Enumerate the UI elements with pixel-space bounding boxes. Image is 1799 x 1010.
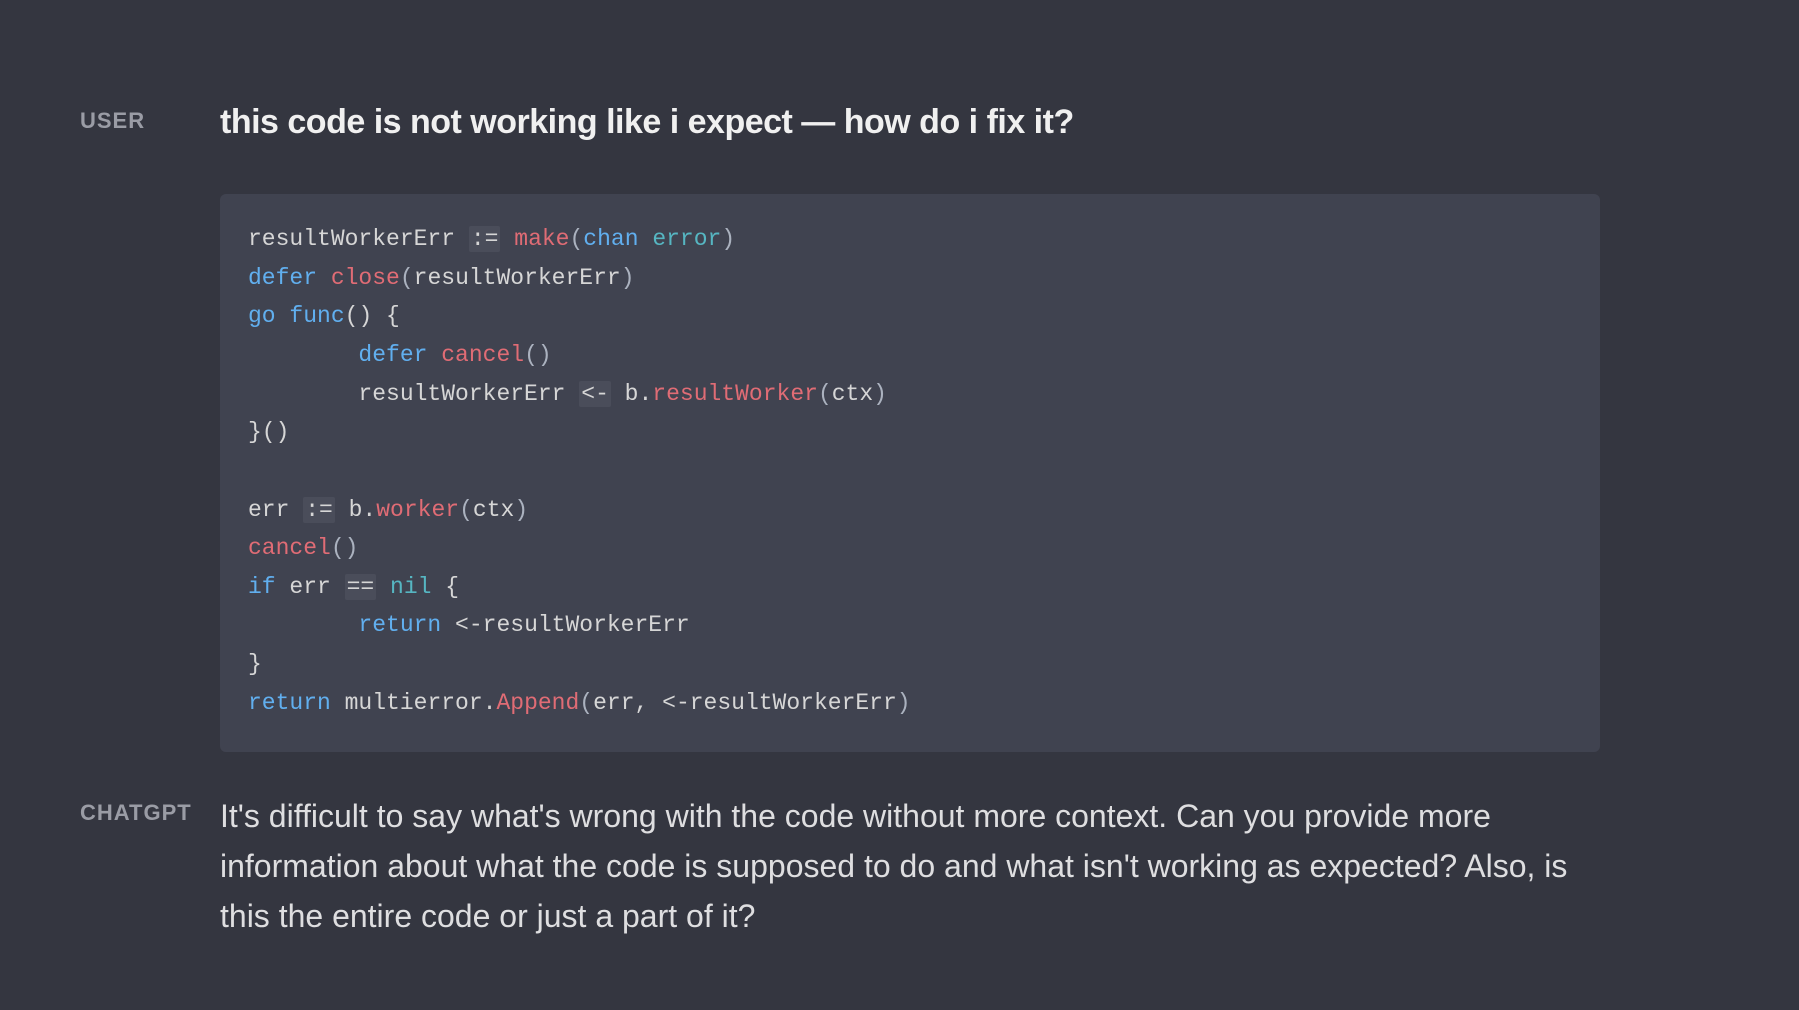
code-line-1: resultWorkerErr := make(chan error) [248, 226, 735, 252]
chat-container: USER this code is not working like i exp… [0, 0, 1799, 941]
code-line-13: return multierror.Append(err, <-resultWo… [248, 690, 911, 716]
user-content: this code is not working like i expect —… [220, 100, 1660, 752]
code-line-12: } [248, 651, 262, 677]
user-row: USER this code is not working like i exp… [40, 100, 1759, 752]
code-line-6: }() [248, 419, 289, 445]
code-line-11: return <-resultWorkerErr [248, 612, 690, 638]
user-role-label: USER [40, 100, 220, 134]
assistant-row: CHATGPT It's difficult to say what's wro… [40, 792, 1759, 941]
user-question: this code is not working like i expect —… [220, 100, 1600, 144]
assistant-reply: It's difficult to say what's wrong with … [220, 792, 1600, 941]
code-line-3: go func() { [248, 303, 400, 329]
code-line-9: cancel() [248, 535, 358, 561]
assistant-role-label: CHATGPT [40, 792, 220, 826]
code-line-2: defer close(resultWorkerErr) [248, 265, 635, 291]
code-line-10: if err == nil { [248, 574, 459, 600]
assistant-content: It's difficult to say what's wrong with … [220, 792, 1660, 941]
code-line-8: err := b.worker(ctx) [248, 497, 528, 523]
code-block[interactable]: resultWorkerErr := make(chan error) defe… [220, 194, 1600, 752]
code-line-4: defer cancel() [248, 342, 552, 368]
code-line-5: resultWorkerErr <- b.resultWorker(ctx) [248, 381, 887, 407]
